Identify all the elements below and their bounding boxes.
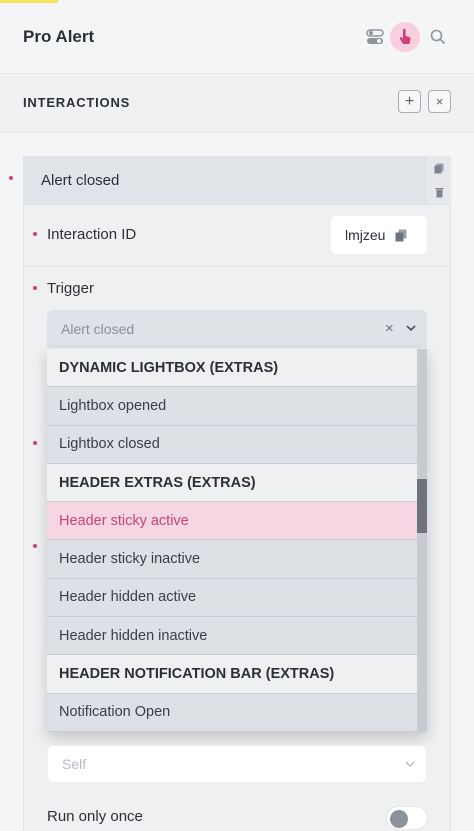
remove-interactions-button[interactable]: ×	[428, 90, 451, 113]
dropdown-option[interactable]: Header sticky active	[47, 502, 417, 541]
dropdown-scroll-track[interactable]	[417, 349, 427, 732]
dropdown-option[interactable]: Header hidden inactive	[47, 617, 417, 656]
dropdown-group-header: HEADER NOTIFICATION BAR (EXTRAS)	[47, 655, 417, 694]
dropdown-group-header: DYNAMIC LIGHTBOX (EXTRAS)	[47, 349, 417, 388]
item-bullet	[9, 176, 13, 180]
add-interaction-button[interactable]: +	[398, 90, 421, 113]
pointer-hand-icon[interactable]	[390, 22, 420, 52]
interactions-section-header: INTERACTIONS + ×	[0, 75, 474, 133]
field-bullet	[33, 544, 37, 548]
target-select[interactable]: Self	[47, 745, 427, 783]
chevron-down-icon[interactable]	[405, 322, 417, 334]
copy-icon[interactable]	[434, 163, 444, 174]
header-accent-bar	[0, 0, 58, 3]
toggles-icon[interactable]	[360, 22, 390, 52]
section-title: INTERACTIONS	[23, 95, 131, 110]
dropdown-option[interactable]: Lightbox closed	[47, 425, 417, 464]
chevron-down-icon[interactable]	[404, 758, 416, 770]
clear-icon[interactable]: ×	[385, 320, 394, 337]
panel-title: Pro Alert	[23, 27, 95, 46]
field-bullet	[33, 286, 37, 290]
copy-icon[interactable]	[395, 229, 407, 242]
toggle-knob	[390, 810, 408, 828]
trigger-dropdown-menu: DYNAMIC LIGHTBOX (EXTRAS) Lightbox opened…	[47, 349, 427, 732]
run-only-once-toggle[interactable]	[386, 806, 428, 830]
row-separator	[24, 266, 450, 267]
dropdown-options: DYNAMIC LIGHTBOX (EXTRAS) Lightbox opened…	[47, 349, 427, 732]
trash-icon[interactable]	[435, 187, 444, 198]
dropdown-option[interactable]: Notification Open	[47, 693, 417, 732]
field-bullet	[33, 441, 37, 445]
dropdown-scrollbar-thumb[interactable]	[417, 479, 427, 533]
dropdown-option[interactable]: Header sticky inactive	[47, 540, 417, 579]
dropdown-option[interactable]: Lightbox opened	[47, 387, 417, 426]
trigger-label: Trigger	[47, 280, 94, 297]
trigger-select-value: Alert closed	[61, 321, 135, 337]
interaction-id-field[interactable]: lmjzeu	[331, 216, 427, 254]
interaction-id-value: lmjzeu	[345, 227, 386, 243]
field-bullet	[33, 232, 37, 236]
run-only-once-label: Run only once	[47, 808, 143, 825]
trigger-select[interactable]: Alert closed ×	[47, 310, 427, 348]
search-icon[interactable]	[423, 22, 453, 52]
interaction-id-label: Interaction ID	[47, 226, 137, 243]
interaction-tools	[427, 156, 451, 204]
target-select-value: Self	[62, 756, 87, 772]
row-separator	[24, 204, 450, 205]
interaction-card-header[interactable]: Alert closed	[23, 156, 427, 204]
interaction-title: Alert closed	[41, 172, 120, 189]
dropdown-group-header: HEADER EXTRAS (EXTRAS)	[47, 463, 417, 503]
panel-header: Pro Alert	[0, 0, 474, 74]
dropdown-option[interactable]: Header hidden active	[47, 578, 417, 618]
